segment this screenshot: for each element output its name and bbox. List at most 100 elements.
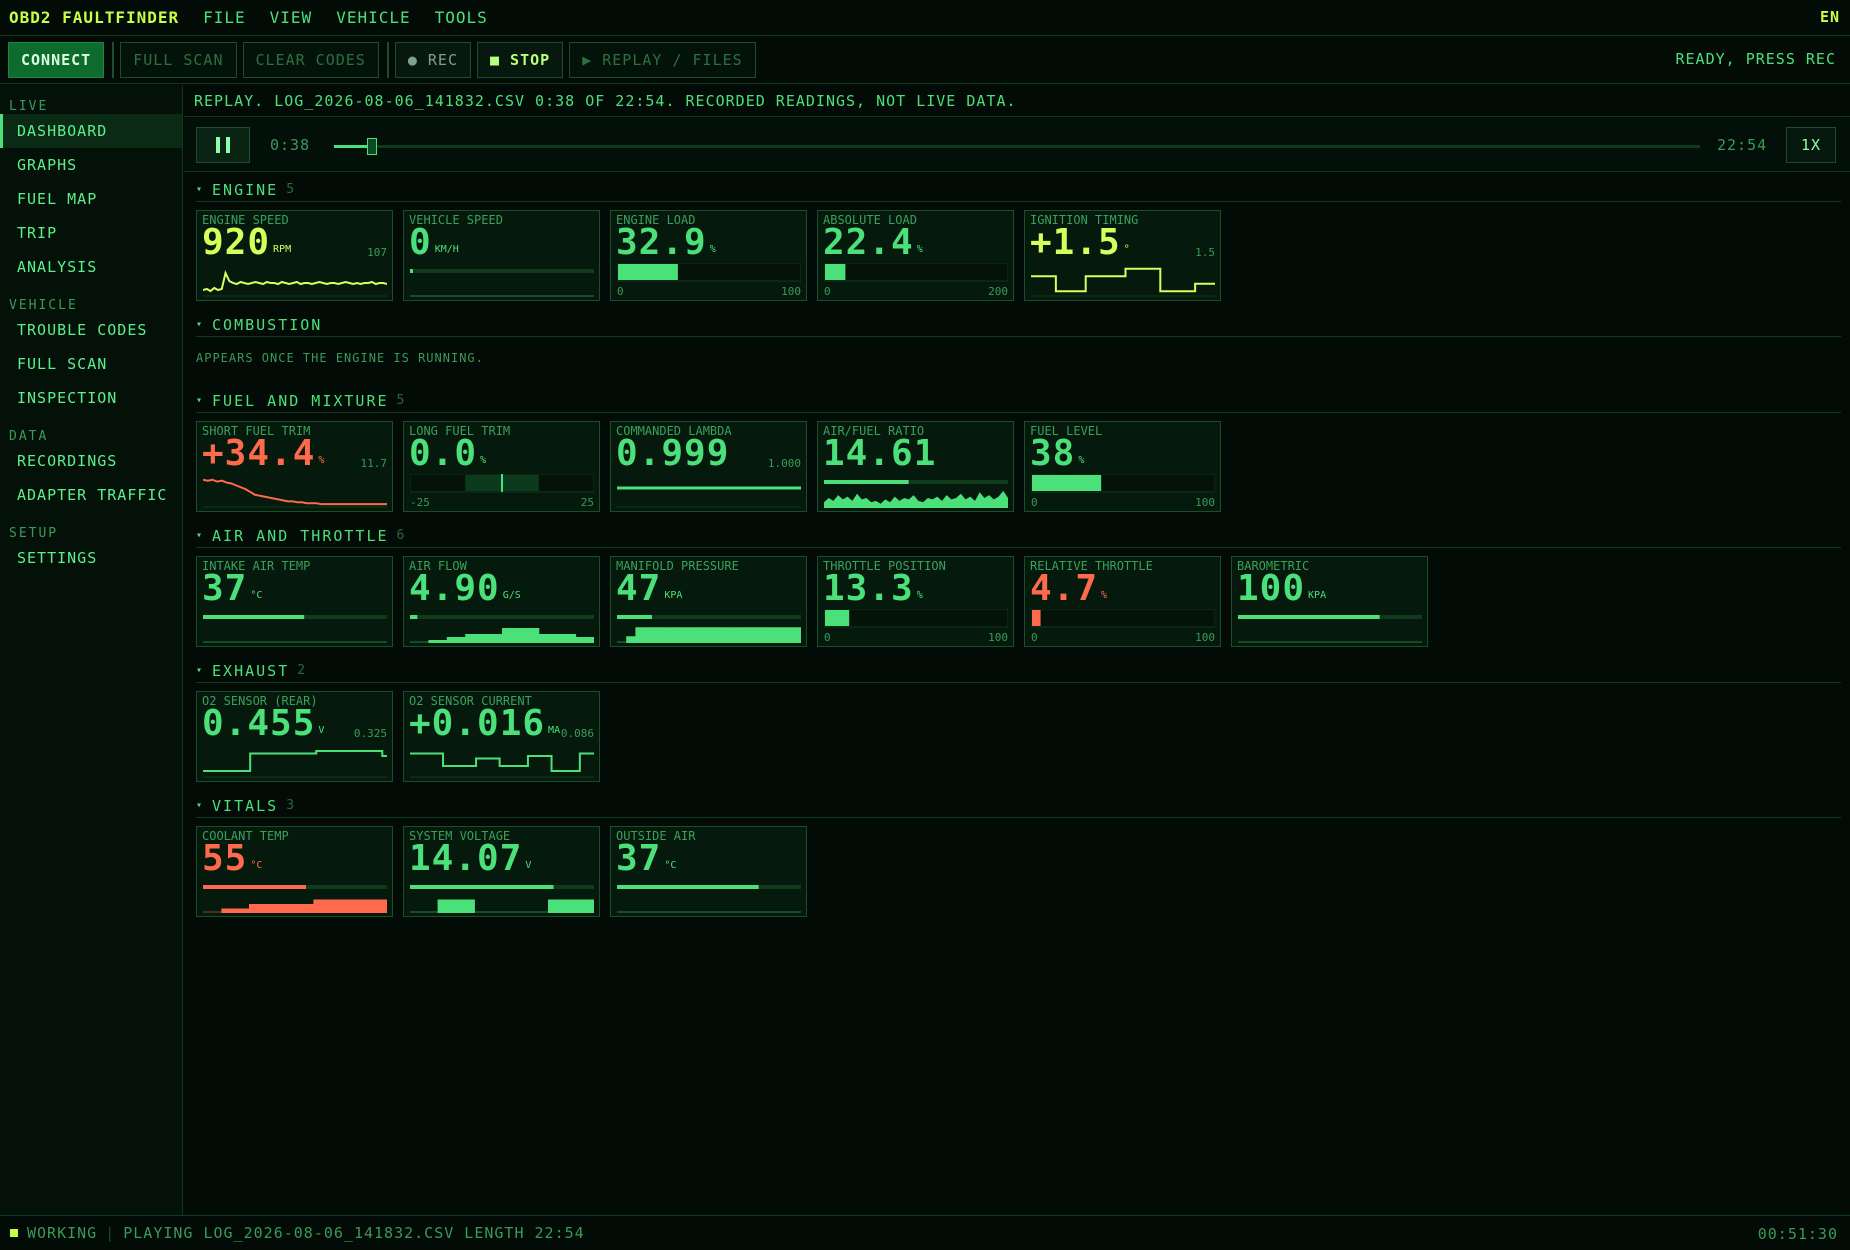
gauge-commanded-lambda[interactable]: COMMANDED LAMBDA 0.999 1.000 <box>610 421 807 512</box>
status-clock: 00:51:30 <box>1757 1225 1838 1243</box>
gauge-barometric[interactable]: BAROMETRIC 100 KPA <box>1231 556 1428 647</box>
bar-track <box>1031 609 1215 628</box>
dashboard: ▾ ENGINE 5 ENGINE SPEED 920 RPM 107 VEHICLE SPE… <box>184 173 1850 1215</box>
history-block <box>538 634 549 643</box>
section-header[interactable]: ▾ ENGINE 5 <box>196 178 1841 202</box>
section-count: 2 <box>297 663 308 678</box>
menu-file[interactable]: FILE <box>203 8 246 27</box>
pause-button[interactable] <box>196 127 250 163</box>
history-block <box>584 637 594 643</box>
gauge-value: 22.4% <box>823 225 923 268</box>
gauge-unit: °C <box>250 590 263 601</box>
gauge-unit: % <box>1101 590 1108 601</box>
section-count: 5 <box>286 182 297 197</box>
history-block <box>644 627 655 643</box>
section-header[interactable]: ▾ FUEL AND MIXTURE 5 <box>196 389 1841 413</box>
gauge-number: 32.9 <box>616 222 707 263</box>
gauge-unit: V <box>525 860 532 871</box>
scale-max: 100 <box>781 285 801 298</box>
gauge-vehicle-speed[interactable]: VEHICLE SPEED 0 KM/H <box>403 210 600 301</box>
caret-down-icon: ▾ <box>196 319 205 330</box>
gauge-graphic <box>1238 615 1422 643</box>
sidebar-item-analysis[interactable]: ANALYSIS <box>0 250 182 284</box>
gauge-manifold-pressure[interactable]: MANIFOLD PRESSURE 47 KPA <box>610 556 807 647</box>
record-button[interactable]: ● REC <box>394 41 471 78</box>
sidebar-item-graphs[interactable]: GRAPHS <box>0 148 182 182</box>
sidebar-item-dashboard[interactable]: DASHBOARD <box>0 114 182 148</box>
gauge-number: 47 <box>616 568 662 609</box>
sidebar-item-trip[interactable]: TRIP <box>0 216 182 250</box>
sidebar-item-trouble-codes[interactable]: TROUBLE CODES <box>0 313 182 347</box>
gauge-o2-sensor-rear[interactable]: O2 SENSOR (REAR) 0.455 V 0.325 <box>196 691 393 782</box>
replay-banner: REPLAY. LOG_2026-08-06_141832.CSV 0:38 O… <box>184 85 1850 117</box>
gauge-intake-air-temp[interactable]: INTAKE AIR TEMP 37 °C <box>196 556 393 647</box>
gauge-value: 38% <box>1030 436 1084 479</box>
replay-files-button[interactable]: ▶ REPLAY / FILES <box>569 41 756 78</box>
gauge-relative-throttle[interactable]: RELATIVE THROTTLE 4.7% 0 100 <box>1024 556 1221 647</box>
gauge-absolute-load[interactable]: ABSOLUTE LOAD 22.4% 0 200 <box>817 210 1014 301</box>
gauge-short-fuel-trim[interactable]: SHORT FUEL TRIM +34.4% 11.7 <box>196 421 393 512</box>
gauge-value: +34.4% <box>202 436 324 479</box>
history-block <box>557 899 567 913</box>
gauge-ignition-timing[interactable]: IGNITION TIMING +1.5 ° 1.5 <box>1024 210 1221 301</box>
scale-min: 0 <box>617 285 624 298</box>
gauge-unit: V <box>318 725 325 736</box>
section-header[interactable]: ▾ EXHAUST 2 <box>196 659 1841 683</box>
history-block <box>653 627 664 643</box>
card-row: INTAKE AIR TEMP 37 °C AIR FLOW 4.90 G/S MANIFO… <box>196 556 1841 648</box>
gauge-fuel-level[interactable]: FUEL LEVEL 38% 0 100 <box>1024 421 1221 512</box>
sidebar-item-inspection[interactable]: INSPECTION <box>0 381 182 415</box>
gauge-graphic <box>824 609 1008 628</box>
full-scan-button[interactable]: FULL SCAN <box>120 41 237 78</box>
connect-button[interactable]: CONNECT <box>8 41 105 78</box>
caret-down-icon: ▾ <box>196 184 205 195</box>
replay-transport: 0:38 22:54 1X <box>184 118 1850 172</box>
section-air-and-throttle: ▾ AIR AND THROTTLE 6 INTAKE AIR TEMP 37 °C AIR… <box>196 524 1841 648</box>
gauge-o2-sensor-current[interactable]: O2 SENSOR CURRENT +0.016 MA 0.086 <box>403 691 600 782</box>
scrubber-handle[interactable] <box>367 138 378 155</box>
menu-vehicle[interactable]: VEHICLE <box>336 8 410 27</box>
pause-icon <box>226 137 230 153</box>
scale-min: 0 <box>824 631 831 644</box>
replay-scrubber[interactable] <box>334 138 1700 155</box>
gauge-throttle-position[interactable]: THROTTLE POSITION 13.3% 0 100 <box>817 556 1014 647</box>
gauge-air-flow[interactable]: AIR FLOW 4.90 G/S <box>403 556 600 647</box>
gauge-graphic <box>1031 267 1215 297</box>
series-line <box>1031 267 1215 293</box>
sidebar-item-recordings[interactable]: RECORDINGS <box>0 444 182 478</box>
playback-speed-button[interactable]: 1X <box>1786 127 1836 163</box>
sidebar-item-fuel-map[interactable]: FUEL MAP <box>0 182 182 216</box>
gauge-engine-speed[interactable]: ENGINE SPEED 920 RPM 107 <box>196 210 393 301</box>
sidebar-item-settings[interactable]: SETTINGS <box>0 541 182 575</box>
history-block <box>520 628 531 643</box>
gauge-system-voltage[interactable]: SYSTEM VOLTAGE 14.07 V <box>403 826 600 917</box>
gauge-air-fuel-ratio[interactable]: AIR/FUEL RATIO 14.61 <box>817 421 1014 512</box>
sidebar: LIVE DASHBOARD GRAPHS FUEL MAP TRIP ANAL… <box>0 85 183 1215</box>
history-block <box>368 899 379 913</box>
sidebar-item-adapter-traffic[interactable]: ADAPTER TRAFFIC <box>0 478 182 512</box>
gauge-coolant-temp[interactable]: COOLANT TEMP 55 °C <box>196 826 393 917</box>
menu-tools[interactable]: TOOLS <box>435 8 488 27</box>
section-header[interactable]: ▾ COMBUSTION <box>196 313 1841 337</box>
gauge-outside-air[interactable]: OUTSIDE AIR 37 °C <box>610 826 807 917</box>
history-block <box>548 899 558 913</box>
history-block <box>331 899 342 913</box>
history-block <box>566 899 577 913</box>
language-toggle[interactable]: EN <box>1820 8 1840 26</box>
sidebar-item-full-scan[interactable]: FULL SCAN <box>0 347 182 381</box>
toolbar: CONNECT FULL SCAN CLEAR CODES ● REC ■ ST… <box>0 36 1850 84</box>
status-state: WORKING <box>27 1224 98 1242</box>
caret-down-icon: ▾ <box>196 530 205 541</box>
scale-max: 100 <box>1195 496 1215 509</box>
history-block <box>239 908 250 913</box>
gauge-graphic <box>1031 609 1215 628</box>
section-header[interactable]: ▾ AIR AND THROTTLE 6 <box>196 524 1841 548</box>
stop-button[interactable]: ■ STOP <box>477 41 564 78</box>
menu-view[interactable]: VIEW <box>270 8 313 27</box>
clear-codes-button[interactable]: CLEAR CODES <box>242 41 379 78</box>
gauge-number: 14.07 <box>409 838 523 879</box>
gauge-long-fuel-trim[interactable]: LONG FUEL TRIM 0.0% -25 25 <box>403 421 600 512</box>
section-header[interactable]: ▾ VITALS 3 <box>196 794 1841 818</box>
area-series <box>824 490 1008 508</box>
gauge-engine-load[interactable]: ENGINE LOAD 32.9% 0 100 <box>610 210 807 301</box>
